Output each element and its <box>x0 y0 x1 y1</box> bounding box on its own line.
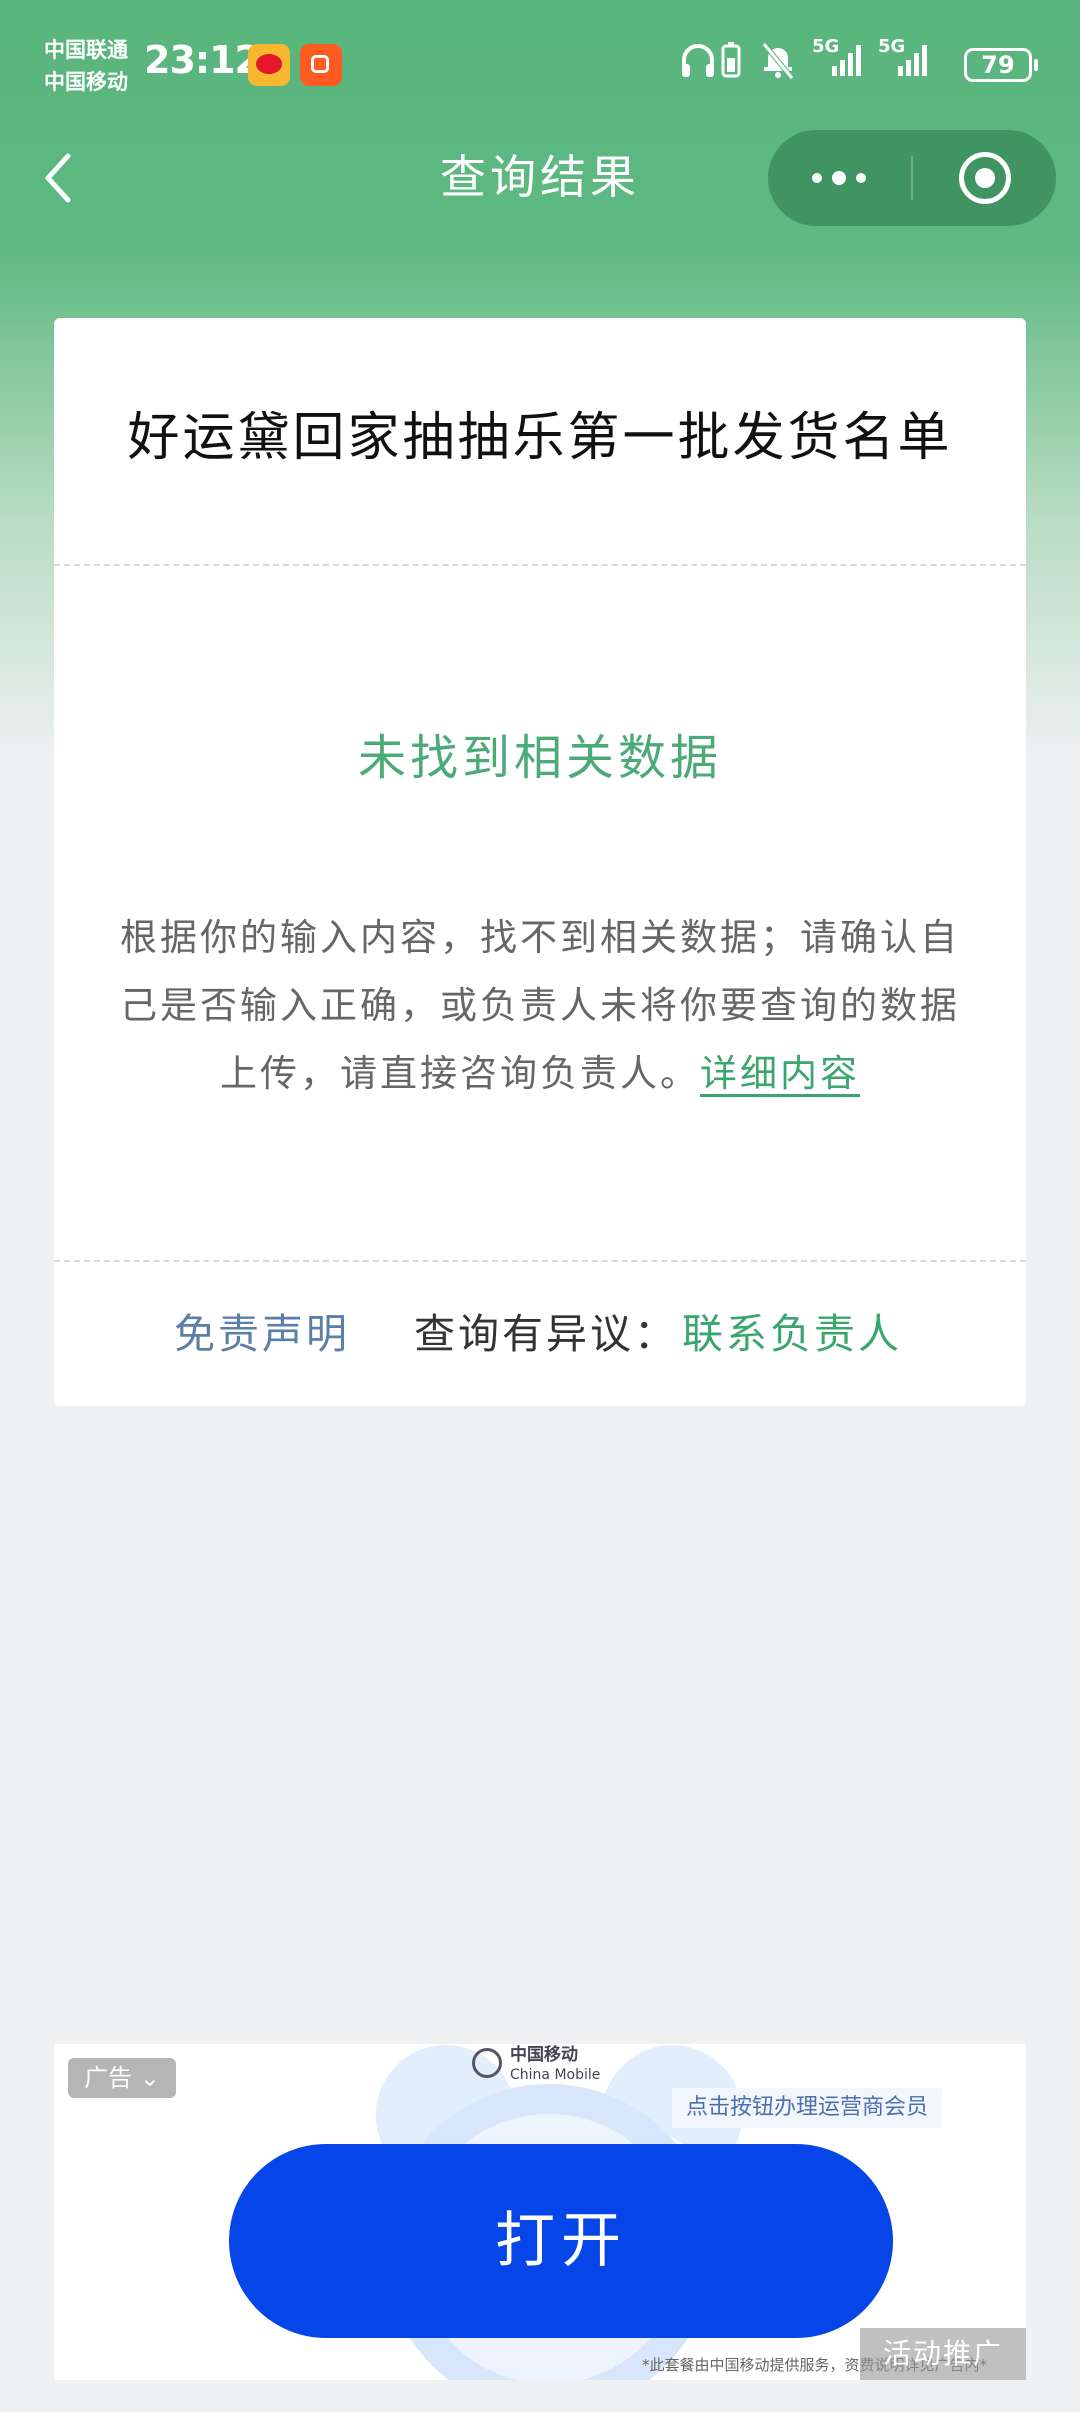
battery-icon: 79 <box>964 48 1038 82</box>
ad-tag-dropdown[interactable]: 广告 ⌄ <box>68 2058 176 2098</box>
carrier-2: 中国移动 <box>44 70 128 94</box>
status-indicators: 5G 5G 79 <box>680 36 1080 90</box>
ad-banner[interactable]: 广告 ⌄ 中国移动 China Mobile 点击按钮办理运营商会员 打开 *此… <box>54 2044 1026 2380</box>
weibo-app-icon <box>248 44 290 86</box>
objection-label: 查询有异议： <box>414 1310 678 1358</box>
china-mobile-icon <box>472 2048 502 2078</box>
close-mini-program-button[interactable] <box>913 130 1056 226</box>
ad-cta-text: 点击按钮办理运营商会员 <box>672 2088 943 2128</box>
disclaimer-link[interactable]: 免责声明 <box>174 1262 350 1406</box>
empty-result-description: 根据你的输入内容，找不到相关数据；请确认自己是否输入正确，或负责人未将你要查询的… <box>114 904 966 1108</box>
chevron-left-icon <box>45 153 71 203</box>
result-card: 好运黛回家抽抽乐第一批发货名单 未找到相关数据 根据你的输入内容，找不到相关数据… <box>54 318 1026 1406</box>
brand-name-cn: 中国移动 <box>510 2045 578 2065</box>
mute-bell-icon <box>762 42 794 80</box>
more-button[interactable] <box>768 130 911 226</box>
ad-tag-label: 广告 <box>84 2064 133 2092</box>
battery-saver-icon <box>721 42 741 78</box>
open-button[interactable]: 打开 <box>229 2144 893 2338</box>
divider <box>54 564 1026 566</box>
chevron-down-icon: ⌄ <box>139 2064 160 2092</box>
detail-link[interactable]: 详细内容 <box>700 1052 860 1095</box>
mini-program-capsule <box>768 130 1056 226</box>
signal-icon <box>898 45 927 76</box>
brand-name-en: China Mobile <box>510 2067 601 2083</box>
kuaishou-app-icon <box>300 44 342 86</box>
status-time: 23:12 <box>144 38 261 82</box>
headphones-icon <box>682 44 714 77</box>
contact-owner-link[interactable]: 联系负责人 <box>682 1262 902 1406</box>
carrier-1: 中国联通 <box>44 38 128 62</box>
battery-level: 79 <box>981 51 1015 79</box>
back-button[interactable] <box>36 146 86 210</box>
promo-label: 活动推广 <box>860 2328 1026 2380</box>
card-footer: 免责声明 查询有异议： 联系负责人 <box>54 1262 1026 1406</box>
status-bar: 中国联通 中国移动 23:12 5G 5G 79 <box>0 0 1080 130</box>
list-title: 好运黛回家抽抽乐第一批发货名单 <box>127 408 953 468</box>
empty-result-heading: 未找到相关数据 <box>357 730 722 786</box>
page-title: 查询结果 <box>440 150 640 204</box>
signal-icon <box>832 45 861 76</box>
carrier-names: 中国联通 中国移动 <box>44 34 128 98</box>
